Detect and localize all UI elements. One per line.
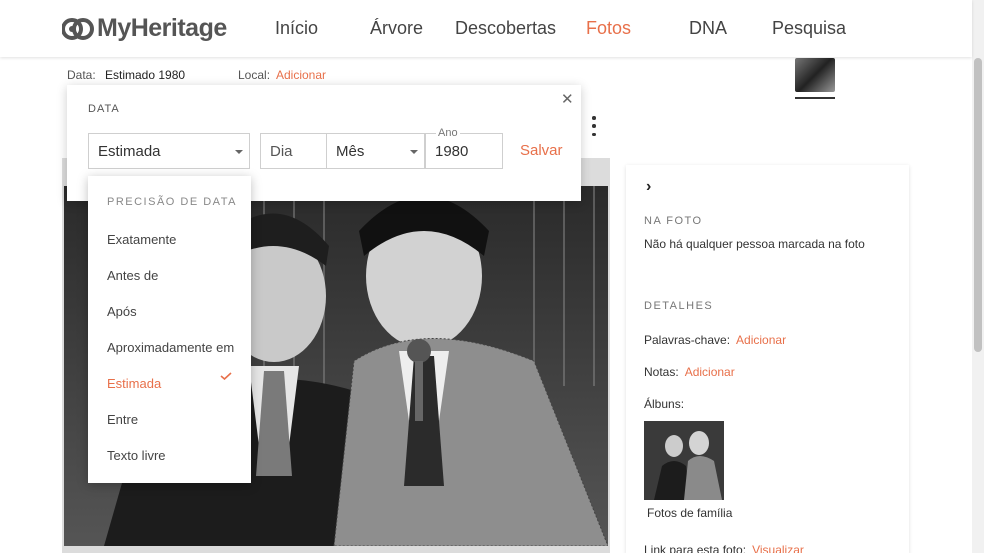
page-scrollbar[interactable]: [972, 0, 984, 553]
date-label: Data:: [67, 68, 96, 82]
nav-fotos[interactable]: Fotos: [586, 18, 631, 39]
notes-row: Notas: Adicionar: [644, 365, 735, 379]
photo-info-panel: › NA FOTO Não há qualquer pessoa marcada…: [626, 165, 909, 553]
thumbnail-selected-indicator: [795, 97, 835, 99]
keywords-label: Palavras-chave:: [644, 333, 731, 347]
year-field[interactable]: Ano 1980: [425, 127, 503, 169]
notes-add-link[interactable]: Adicionar: [685, 365, 735, 379]
date-editor-title: DATA: [88, 103, 120, 115]
logo-text: MyHeritage: [97, 14, 227, 42]
nav-inicio[interactable]: Início: [275, 18, 318, 39]
details-heading: DETALHES: [644, 300, 714, 312]
keywords-row: Palavras-chave: Adicionar: [644, 333, 786, 347]
nav-pesquisa[interactable]: Pesquisa: [772, 18, 846, 39]
month-select[interactable]: Mês: [326, 133, 425, 169]
album-thumbnail[interactable]: [644, 421, 724, 500]
notes-label: Notas:: [644, 365, 679, 379]
top-navigation-bar: MyHeritage Início Árvore Descobertas Fot…: [0, 0, 972, 57]
close-icon[interactable]: ✕: [561, 90, 574, 108]
year-label: Ano: [436, 127, 460, 139]
keywords-add-link[interactable]: Adicionar: [736, 333, 786, 347]
day-field[interactable]: Dia: [260, 133, 327, 169]
nav-arvore[interactable]: Árvore: [370, 18, 423, 39]
photo-link-row: Link para esta foto: Visualizar: [644, 543, 804, 553]
month-value: Mês: [336, 143, 365, 160]
date-value[interactable]: Estimado 1980: [105, 68, 185, 82]
checkmark-icon: [220, 372, 232, 380]
in-photo-heading: NA FOTO: [644, 215, 703, 227]
chevron-down-icon: [235, 150, 243, 154]
albums-label: Álbuns:: [644, 397, 685, 411]
year-value: 1980: [435, 143, 469, 160]
myheritage-logo[interactable]: MyHeritage: [61, 14, 227, 43]
place-add-link[interactable]: Adicionar: [276, 68, 326, 82]
in-photo-text: Não há qualquer pessoa marcada na foto: [644, 237, 865, 251]
menu-item-aproximadamente-em[interactable]: Aproximadamente em: [107, 340, 234, 355]
photo-link-label: Link para esta foto:: [644, 543, 747, 553]
precision-value: Estimada: [98, 143, 161, 160]
date-precision-menu: PRECISÃO DE DATA Exatamente Antes de Apó…: [88, 176, 251, 483]
album-caption[interactable]: Fotos de família: [647, 506, 732, 520]
scrollbar-thumb[interactable]: [974, 58, 982, 352]
place-label: Local:: [238, 68, 271, 82]
chevron-down-icon: [410, 150, 418, 154]
myheritage-logo-icon: [61, 15, 94, 43]
menu-item-antes-de[interactable]: Antes de: [107, 268, 158, 283]
menu-item-exatamente[interactable]: Exatamente: [107, 232, 176, 247]
chevron-right-icon[interactable]: ›: [646, 178, 651, 196]
nav-dna[interactable]: DNA: [689, 18, 727, 39]
date-precision-select[interactable]: Estimada: [88, 133, 250, 169]
menu-item-estimada[interactable]: Estimada: [107, 376, 161, 391]
nav-descobertas[interactable]: Descobertas: [455, 18, 556, 39]
menu-item-apos[interactable]: Após: [107, 304, 137, 319]
save-button[interactable]: Salvar: [520, 142, 563, 159]
day-placeholder: Dia: [270, 143, 293, 160]
precision-menu-heading: PRECISÃO DE DATA: [107, 196, 237, 208]
more-options-icon[interactable]: [587, 116, 601, 136]
photo-link-view[interactable]: Visualizar: [752, 543, 804, 553]
menu-item-texto-livre[interactable]: Texto livre: [107, 448, 166, 463]
photo-thumbnail[interactable]: [795, 58, 835, 92]
menu-item-entre[interactable]: Entre: [107, 412, 138, 427]
